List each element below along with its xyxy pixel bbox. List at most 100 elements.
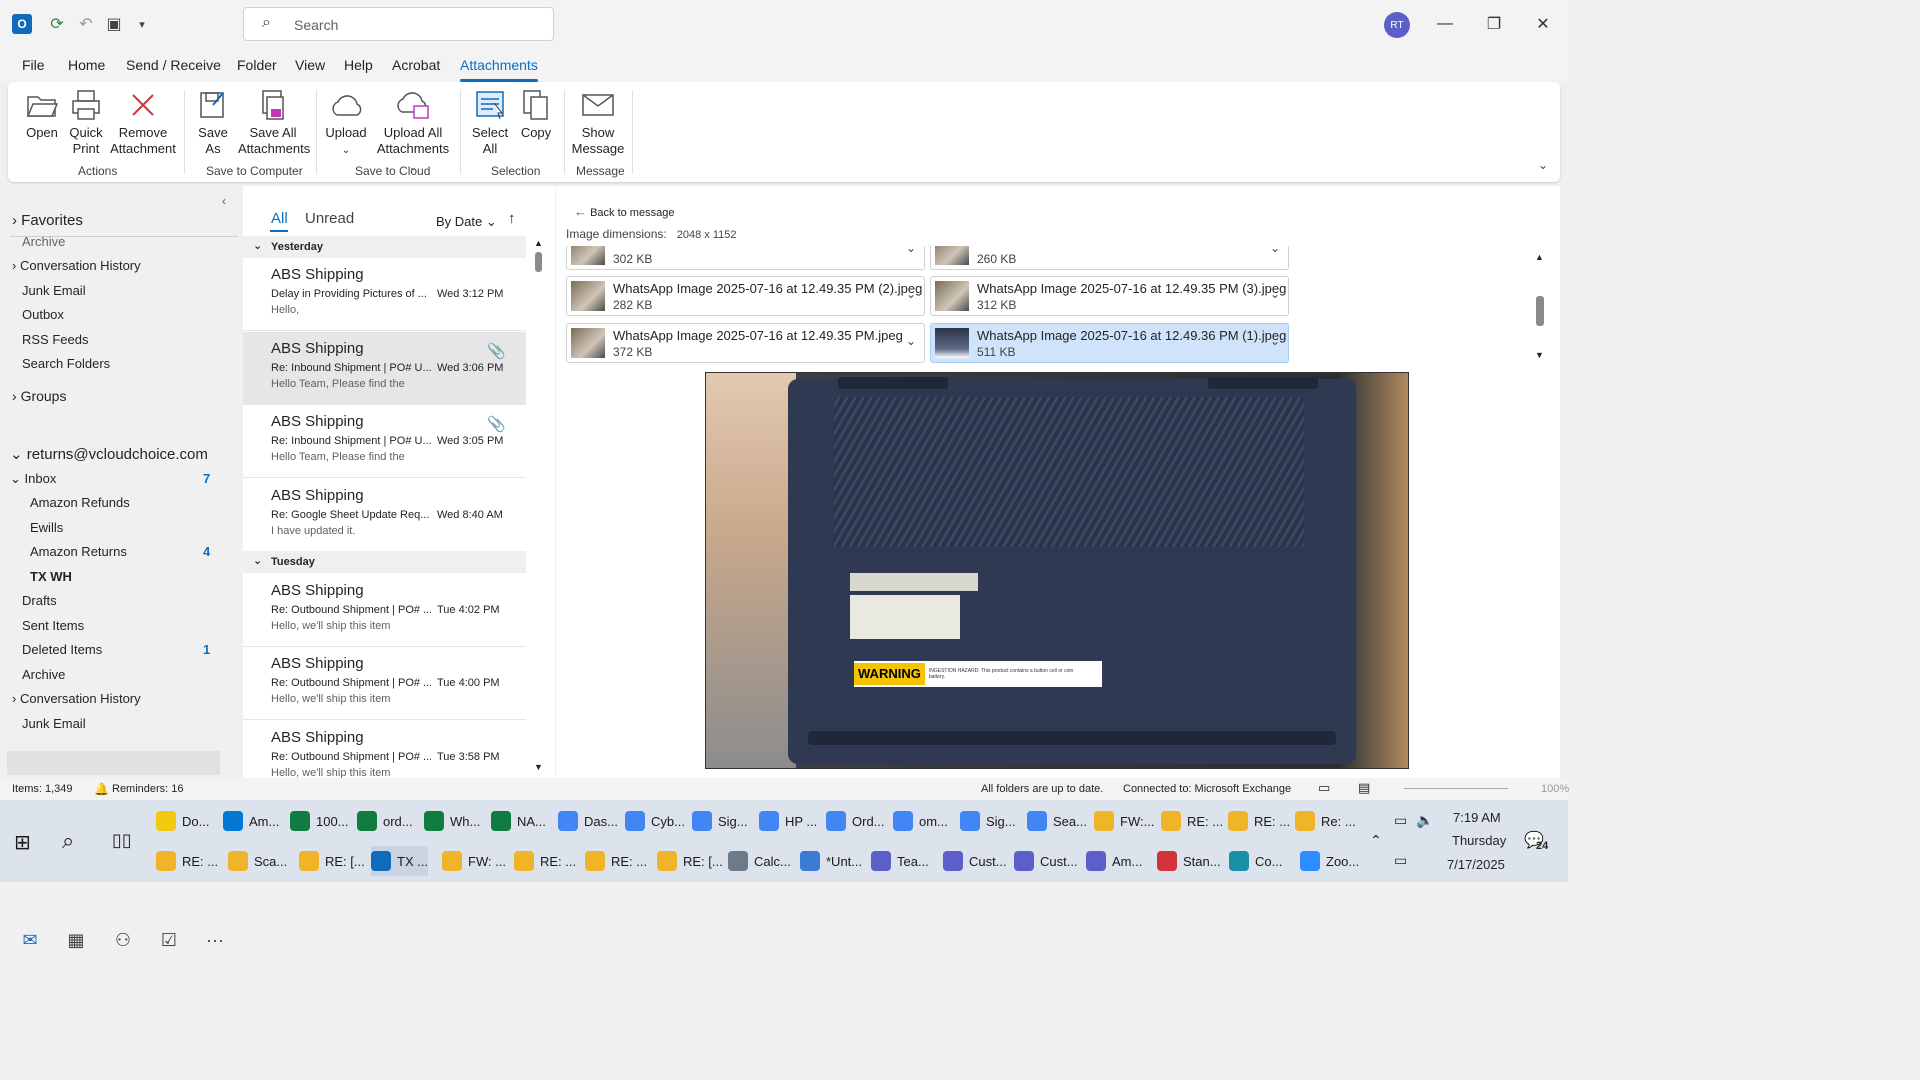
taskbar-app-button[interactable]: RE: ... xyxy=(1228,806,1290,836)
folder-archive-top[interactable]: Archive xyxy=(22,234,65,246)
network-icon[interactable]: ▭ xyxy=(1394,852,1407,869)
normal-view-icon[interactable]: ▭ xyxy=(1318,780,1330,796)
scroll-up-icon[interactable]: ▲ xyxy=(1535,252,1544,262)
open-button[interactable]: Open xyxy=(24,88,60,141)
folder-ewills[interactable]: Ewills xyxy=(30,520,63,535)
favorites-header[interactable]: › Favorites xyxy=(12,212,83,229)
taskbar-app-button[interactable]: Sig... xyxy=(692,806,748,836)
reading-view-icon[interactable]: ▤ xyxy=(1358,780,1370,796)
taskbar-app-button[interactable]: Sea... xyxy=(1027,806,1087,836)
taskbar-app-button[interactable]: RE: ... xyxy=(514,846,576,876)
restore-button[interactable]: ❐ xyxy=(1479,10,1509,38)
taskbar-app-button[interactable]: TX ... xyxy=(371,846,429,876)
search-icon[interactable]: ⌕ xyxy=(62,828,74,854)
taskbar-app-button[interactable]: Das... xyxy=(558,806,618,836)
taskbar-app-button[interactable]: Am... xyxy=(1086,846,1142,876)
taskbar-app-button[interactable]: Stan... xyxy=(1157,846,1221,876)
message-list-scrollbar[interactable]: ▲ ▼ xyxy=(532,238,546,774)
tab-acrobat[interactable]: Acrobat xyxy=(392,57,440,73)
sort-dropdown[interactable]: By Date ⌄ xyxy=(436,214,497,230)
zoom-slider[interactable] xyxy=(1404,788,1508,789)
chevron-down-icon[interactable]: ⌄ xyxy=(906,246,916,255)
taskbar-app-button[interactable]: RE: ... xyxy=(1161,806,1223,836)
message-item[interactable]: ABS Shipping Re: Outbound Shipment | PO#… xyxy=(243,647,526,720)
taskbar-app-button[interactable]: Calc... xyxy=(728,846,791,876)
folder-archive[interactable]: Archive xyxy=(22,667,65,682)
sort-direction-icon[interactable]: ↑ xyxy=(508,210,516,227)
taskbar-app-button[interactable]: Am... xyxy=(223,806,279,836)
customize-quick-access-icon[interactable]: ▾ xyxy=(130,12,154,36)
taskbar-app-button[interactable]: Zoo... xyxy=(1300,846,1359,876)
message-item[interactable]: ABS Shipping Delay in Providing Pictures… xyxy=(243,258,526,331)
taskbar-app-button[interactable]: ord... xyxy=(357,806,413,836)
quick-print-button[interactable]: Quick Print xyxy=(66,88,106,157)
chevron-down-icon[interactable]: ⌄ xyxy=(1270,246,1280,255)
reminders-count[interactable]: Reminders: 16 xyxy=(112,783,184,795)
tab-help[interactable]: Help xyxy=(344,57,373,73)
message-item[interactable]: ABS Shipping 📎 Re: Inbound Shipment | PO… xyxy=(243,405,526,478)
mail-icon[interactable]: ✉ xyxy=(17,930,43,952)
upload-button[interactable]: Upload ⌄ xyxy=(324,88,368,159)
avatar[interactable]: RT xyxy=(1384,12,1410,38)
folder-deleted[interactable]: Deleted Items xyxy=(22,642,102,657)
taskbar-app-button[interactable]: Cust... xyxy=(1014,846,1078,876)
chevron-down-icon[interactable]: ⌄ xyxy=(1270,334,1280,348)
folder-conversation-history-2[interactable]: › Conversation History xyxy=(12,691,141,706)
scrollbar-thumb[interactable] xyxy=(535,252,542,272)
taskbar-app-button[interactable]: Co... xyxy=(1229,846,1282,876)
calendar-icon[interactable]: ▦ xyxy=(63,930,89,952)
collapse-ribbon-icon[interactable]: ⌄ xyxy=(1538,158,1548,172)
tab-send-receive[interactable]: Send / Receive xyxy=(126,57,221,73)
taskbar-app-button[interactable]: NA... xyxy=(491,806,546,836)
taskbar-app-button[interactable]: om... xyxy=(893,806,948,836)
taskbar-app-button[interactable]: Ord... xyxy=(826,806,885,836)
taskbar-app-button[interactable]: Do... xyxy=(156,806,209,836)
scroll-down-icon[interactable]: ▼ xyxy=(534,762,543,772)
folder-amazon-refunds[interactable]: Amazon Refunds xyxy=(30,495,130,510)
taskbar-app-button[interactable]: HP ... xyxy=(759,806,817,836)
filter-all-tab[interactable]: All xyxy=(271,210,288,227)
attachment-item[interactable]: WhatsApp Image 2025-07-16 at 12.49.35 PM… xyxy=(930,276,1289,316)
back-to-message-link[interactable]: ← Back to message xyxy=(574,204,674,219)
volume-icon[interactable]: 🔈 xyxy=(1416,812,1433,829)
attachment-item-selected[interactable]: WhatsApp Image 2025-07-16 at 12.49.36 PM… xyxy=(930,323,1289,363)
search-box[interactable]: ⌕ Search xyxy=(243,7,554,41)
message-item[interactable]: ABS Shipping Re: Outbound Shipment | PO#… xyxy=(243,574,526,647)
message-item[interactable]: ABS Shipping Re: Google Sheet Update Req… xyxy=(243,479,526,552)
taskbar-app-button[interactable]: RE: [... xyxy=(657,846,723,876)
folder-search-folders[interactable]: Search Folders xyxy=(22,356,110,371)
clock-day[interactable]: Thursday xyxy=(1452,833,1506,848)
message-item-selected[interactable]: ABS Shipping 📎 Re: Inbound Shipment | PO… xyxy=(243,332,526,405)
folder-rss[interactable]: RSS Feeds xyxy=(22,332,88,347)
chevron-down-icon[interactable]: ⌄ xyxy=(906,334,916,348)
taskbar-app-button[interactable]: FW: ... xyxy=(442,846,506,876)
tab-file[interactable]: File xyxy=(22,57,45,73)
folder-junk[interactable]: Junk Email xyxy=(22,283,86,298)
folder-junk-2[interactable]: Junk Email xyxy=(22,716,86,731)
folder-sent[interactable]: Sent Items xyxy=(22,618,84,633)
chevron-down-icon[interactable]: ⌄ xyxy=(1270,287,1280,301)
taskbar-app-button[interactable]: *Unt... xyxy=(800,846,862,876)
send-receive-icon[interactable]: ⟳ xyxy=(45,12,69,36)
select-all-button[interactable]: Select All xyxy=(470,88,510,157)
tab-folder[interactable]: Folder xyxy=(237,57,277,73)
group-header-tuesday[interactable]: ⌄ Tuesday xyxy=(243,551,526,573)
tasks-icon[interactable]: ☑ xyxy=(156,930,182,952)
taskbar-app-button[interactable]: RE: ... xyxy=(156,846,218,876)
attachment-item[interactable]: 260 KB ⌄ xyxy=(930,246,1289,270)
battery-icon[interactable]: ▭ xyxy=(1394,812,1407,829)
upload-dropdown-icon[interactable]: ⌄ xyxy=(342,145,350,156)
taskbar-app-button[interactable]: Sca... xyxy=(228,846,287,876)
taskbar-app-button[interactable]: Tea... xyxy=(871,846,929,876)
folder-drafts[interactable]: Drafts xyxy=(22,593,57,608)
taskbar-app-button[interactable]: Sig... xyxy=(960,806,1016,836)
attachment-item[interactable]: 302 KB ⌄ xyxy=(566,246,925,270)
chevron-down-icon[interactable]: ⌄ xyxy=(906,287,916,301)
upload-all-attachments-button[interactable]: Upload All Attachments ⌄ xyxy=(372,88,454,175)
taskbar-app-button[interactable]: 100... xyxy=(290,806,349,836)
tab-attachments[interactable]: Attachments xyxy=(460,57,538,82)
attachment-item[interactable]: WhatsApp Image 2025-07-16 at 12.49.35 PM… xyxy=(566,276,925,316)
windows-start-icon[interactable]: ⊞ xyxy=(14,830,31,855)
taskbar-app-button[interactable]: Wh... xyxy=(424,806,480,836)
collapse-pane-icon[interactable]: ‹ xyxy=(222,194,226,208)
